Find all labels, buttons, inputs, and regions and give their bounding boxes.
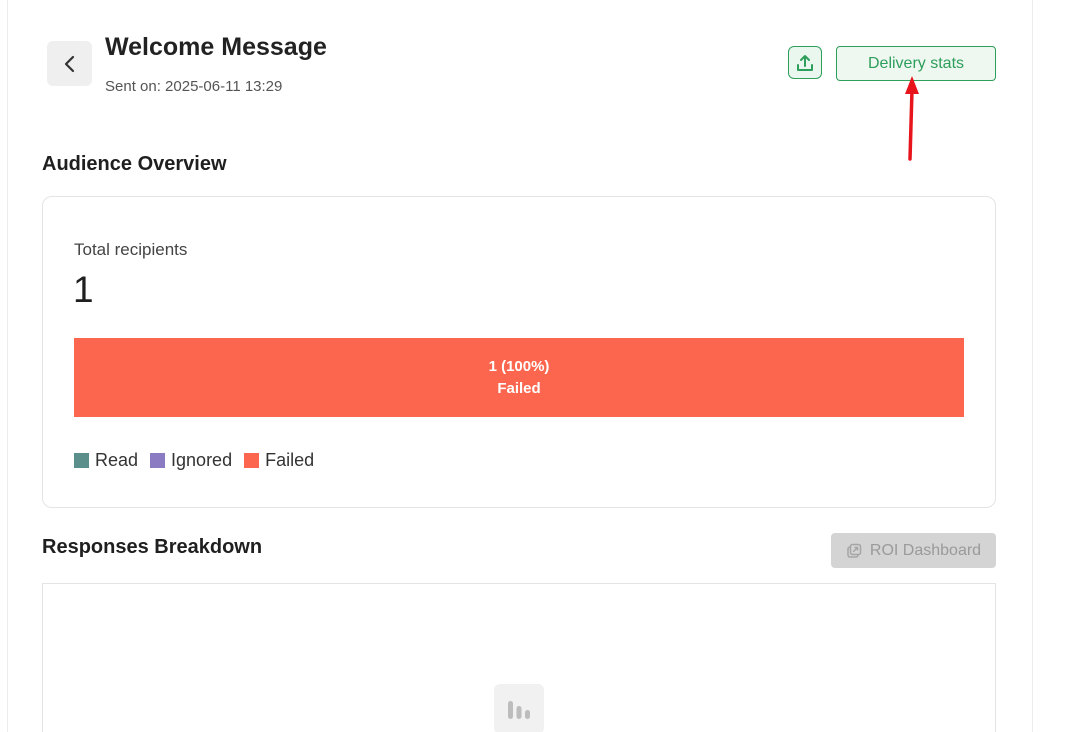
- upload-icon: [797, 54, 813, 71]
- bar-segment-failed[interactable]: 1 (100%) Failed: [74, 338, 964, 417]
- chevron-left-icon: [64, 55, 74, 72]
- legend-label-ignored: Ignored: [171, 450, 233, 470]
- export-button[interactable]: [788, 46, 822, 79]
- annotation-arrow-icon: [905, 76, 919, 161]
- responses-breakdown-card: [42, 583, 996, 732]
- roi-dashboard-button[interactable]: ROI Dashboard: [831, 533, 996, 568]
- total-recipients-count: 1: [73, 269, 94, 310]
- delivery-status-bar: 1 (100%) Failed: [74, 338, 964, 417]
- bar-segment-value: 1 (100%): [488, 357, 550, 375]
- roi-dashboard-label: ROI Dashboard: [869, 541, 982, 559]
- page: Welcome Message Sent on: 2025-06-11 13:2…: [0, 0, 1092, 732]
- sent-on-timestamp: Sent on: 2025-06-11 13:29: [105, 78, 283, 95]
- legend-swatch-ignored: [150, 453, 166, 468]
- legend-item-read[interactable]: Read: [74, 450, 138, 471]
- responses-breakdown-title: Responses Breakdown: [42, 536, 263, 558]
- total-recipients-label: Total recipients: [74, 240, 188, 259]
- audience-overview-title: Audience Overview: [42, 153, 227, 175]
- legend-label-read: Read: [95, 450, 139, 470]
- audience-overview-card: Total recipients 1 1 (100%) Failed Read I…: [42, 196, 996, 508]
- back-button[interactable]: [47, 41, 92, 86]
- delivery-legend: Read Ignored Failed: [74, 450, 314, 471]
- legend-item-failed[interactable]: Failed: [244, 450, 314, 471]
- legend-swatch-failed: [244, 453, 260, 468]
- external-link-icon: [847, 543, 862, 558]
- legend-item-ignored[interactable]: Ignored: [150, 450, 232, 471]
- bar-segment-label: Failed: [497, 379, 541, 397]
- legend-swatch-read: [74, 453, 89, 468]
- bar-chart-icon: [494, 684, 544, 732]
- page-title: Welcome Message: [105, 33, 327, 61]
- legend-label-failed: Failed: [265, 450, 315, 470]
